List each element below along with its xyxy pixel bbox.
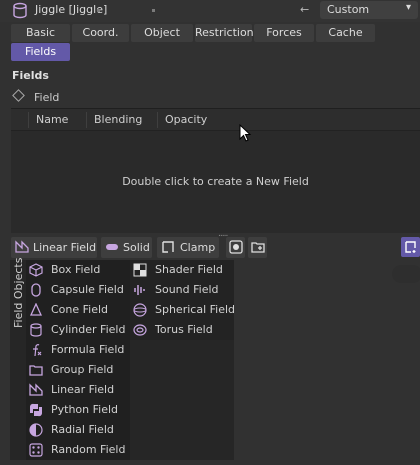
tab-restriction[interactable]: Restriction (195, 24, 254, 42)
radial-field-icon (29, 423, 43, 437)
clamp-label: Clamp (180, 241, 216, 254)
menu-item-shader-field[interactable]: Shader Field (133, 261, 233, 279)
menu-item-linear-field[interactable]: Linear Field (29, 381, 129, 399)
chevron-down-icon: ▾ (405, 2, 411, 13)
solid-label: Solid (123, 241, 150, 254)
formula-field-icon (33, 344, 42, 357)
group-field-icon (29, 365, 43, 376)
python-field-icon (29, 403, 43, 417)
field-objects-label: Field Objects (12, 257, 25, 328)
menu-item-label: Cylinder Field (51, 323, 126, 336)
jiggle-object-icon (13, 2, 27, 19)
menu-item-formula-field[interactable]: Formula Field (29, 341, 129, 359)
background-shape (392, 265, 420, 283)
menu-item-label: Box Field (51, 263, 101, 276)
menu-item-label: Capsule Field (51, 283, 124, 296)
separator-dot (97, 9, 100, 12)
empty-list-message: Double click to create a New Field (122, 175, 309, 188)
menu-item-label: Group Field (51, 363, 114, 376)
record-icon (229, 240, 243, 254)
column-blending[interactable]: Blending (94, 113, 142, 126)
section-title: Fields (12, 69, 49, 82)
menu-item-cylinder-field[interactable]: Cylinder Field (29, 321, 129, 339)
preset-dropdown[interactable]: Custom ▾ (320, 1, 418, 19)
shader-field-icon (133, 263, 147, 277)
column-name[interactable]: Name (36, 113, 68, 126)
keyframe-diamond-icon[interactable] (12, 89, 25, 102)
linear-field-label: Linear Field (33, 241, 97, 254)
menu-item-spherical-field[interactable]: Spherical Field (133, 301, 236, 319)
menu-item-group-field[interactable]: Group Field (29, 361, 129, 379)
menu-item-label: Radial Field (51, 423, 114, 436)
column-separator (157, 112, 158, 128)
menu-item-label: Torus Field (155, 323, 213, 336)
menu-item-random-field[interactable]: Random Field (29, 441, 129, 459)
menu-item-box-field[interactable]: Box Field (29, 261, 129, 279)
menu-item-label: Linear Field (51, 383, 115, 396)
preset-value: Custom (327, 3, 370, 16)
tab-forces[interactable]: Forces (254, 24, 314, 42)
sound-field-icon (134, 285, 145, 295)
list-header: Name Blending Opacity (11, 109, 420, 131)
capsule-field-icon (31, 283, 41, 297)
menu-item-label: Spherical Field (155, 303, 236, 316)
attribute-header: Jiggle [Jiggle] ← Custom ▾ (0, 0, 420, 22)
menu-side-label: Field Objects (12, 258, 26, 342)
column-separator (86, 112, 87, 128)
layer-mode-button[interactable] (226, 237, 245, 258)
linear-field-button[interactable]: Linear Field (11, 237, 97, 258)
cylinder-field-icon (30, 323, 42, 337)
clamp-icon (162, 241, 174, 253)
spherical-field-icon (133, 303, 147, 317)
field-list[interactable]: Name Blending Opacity Double click to cr… (11, 108, 420, 239)
add-layer-button[interactable] (401, 237, 420, 257)
solid-button[interactable]: Solid (101, 237, 152, 258)
menu-item-label: Shader Field (155, 263, 223, 276)
field-label: Field (34, 91, 60, 104)
folder-add-icon (251, 242, 265, 253)
menu-item-label: Random Field (51, 443, 126, 456)
menu-item-python-field[interactable]: Python Field (29, 401, 129, 419)
layer-add-icon (405, 241, 416, 253)
menu-item-cone-field[interactable]: Cone Field (29, 301, 129, 319)
cone-field-icon (29, 303, 43, 316)
tab-fields[interactable]: Fields (11, 43, 70, 61)
linear-field-icon (15, 240, 29, 253)
menu-item-sound-field[interactable]: Sound Field (133, 281, 233, 299)
random-field-icon (29, 443, 43, 457)
menu-item-label: Cone Field (51, 303, 109, 316)
tab-cache[interactable]: Cache (316, 24, 375, 42)
menu-item-radial-field[interactable]: Radial Field (29, 421, 129, 439)
torus-field-icon (133, 324, 147, 336)
column-separator (28, 112, 29, 128)
menu-item-capsule-field[interactable]: Capsule Field (29, 281, 129, 299)
menu-item-label: Python Field (51, 403, 119, 416)
box-field-icon (29, 263, 43, 277)
menu-item-label: Formula Field (51, 343, 125, 356)
tab-basic[interactable]: Basic (11, 24, 70, 42)
separator-dot (152, 9, 155, 12)
column-opacity[interactable]: Opacity (165, 113, 207, 126)
mouse-cursor-icon (239, 124, 252, 142)
tab-coord[interactable]: Coord. (72, 24, 129, 42)
linear-field-icon (29, 383, 43, 396)
clamp-button[interactable]: Clamp (157, 237, 219, 258)
solid-layer-icon (106, 244, 118, 250)
back-arrow-icon[interactable]: ← (300, 3, 309, 16)
menu-item-label: Sound Field (155, 283, 219, 296)
menu-item-torus-field[interactable]: Torus Field (133, 321, 233, 339)
tab-object[interactable]: Object (131, 24, 193, 42)
add-folder-button[interactable] (248, 237, 267, 258)
